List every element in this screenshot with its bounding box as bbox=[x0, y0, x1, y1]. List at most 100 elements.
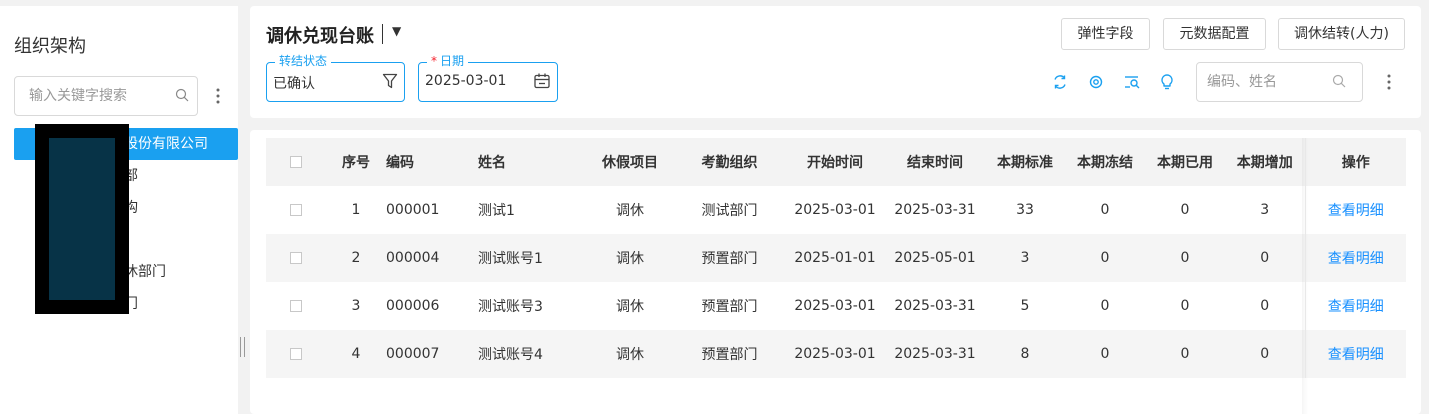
seq-cell: 4 bbox=[326, 330, 386, 378]
code-cell: 000001 bbox=[386, 202, 440, 218]
column-header[interactable]: 本期已用 bbox=[1145, 138, 1225, 186]
added-cell: 0 bbox=[1225, 330, 1305, 378]
column-header[interactable]: 本期增加 bbox=[1225, 138, 1305, 186]
view-details-link[interactable]: 查看明细 bbox=[1328, 299, 1384, 315]
table-row[interactable]: 4 000007 测试账号4 调休 预置部门 2025-03-01 2025-0… bbox=[266, 330, 1406, 378]
column-header[interactable]: 考勤组织 bbox=[674, 138, 785, 186]
standard-cell: 33 bbox=[1016, 202, 1034, 218]
row-checkbox[interactable] bbox=[290, 348, 302, 360]
sidebar-search-input[interactable] bbox=[29, 86, 169, 106]
action-cell: 查看明细 bbox=[1304, 330, 1406, 378]
name-cell: 测试账号1 bbox=[478, 234, 586, 282]
table-row[interactable]: 3 000006 测试账号3 调休 预置部门 2025-03-01 2025-0… bbox=[266, 282, 1406, 330]
row-select-cell[interactable] bbox=[266, 282, 326, 330]
org-cell: 预置部门 bbox=[674, 330, 785, 378]
name-cell: 测试账号3 bbox=[478, 299, 543, 315]
column-header[interactable]: 本期冻结 bbox=[1065, 138, 1145, 186]
code-name-search-box[interactable] bbox=[1196, 62, 1363, 102]
ledger-table-panel: 序号 编码 姓名 休假项目 考勤组织 开始时间 结束时间 本期标准 本期冻结 本… bbox=[250, 130, 1421, 414]
caret-down-icon[interactable]: ▼ bbox=[392, 24, 401, 38]
table-row[interactable]: 1 000001 测试1 调休 测试部门 2025-03-01 2025-03-… bbox=[266, 186, 1406, 234]
row-select-cell[interactable] bbox=[266, 330, 326, 378]
more-vertical-icon[interactable] bbox=[1381, 68, 1397, 96]
date-filter-label-text: 日期 bbox=[440, 54, 465, 68]
column-header[interactable]: 姓名 bbox=[478, 138, 586, 186]
leave-item-cell: 调休 bbox=[616, 203, 644, 219]
column-header[interactable]: 休假项目 bbox=[586, 138, 674, 186]
end-date-cell: 2025-03-31 bbox=[894, 202, 976, 218]
row-checkbox[interactable] bbox=[290, 204, 302, 216]
panel-resize-handle[interactable] bbox=[240, 337, 245, 357]
flex-fields-button[interactable]: 弹性字段 bbox=[1061, 18, 1150, 50]
status-filter[interactable]: 转结状态 已确认 bbox=[266, 54, 405, 102]
code-cell: 000007 bbox=[386, 330, 478, 378]
frozen-cell: 0 bbox=[1100, 202, 1110, 218]
name-cell: 测试1 bbox=[478, 203, 515, 219]
status-filter-label: 转结状态 bbox=[275, 54, 332, 68]
code-name-search-input[interactable] bbox=[1207, 72, 1327, 92]
view-details-link[interactable]: 查看明细 bbox=[1328, 347, 1384, 363]
used-cell: 0 bbox=[1180, 202, 1190, 218]
page-title: 调休兑现台账 bbox=[266, 26, 374, 47]
redaction-inner bbox=[49, 138, 115, 300]
select-all-cell[interactable] bbox=[266, 138, 326, 186]
end-date-cell: 2025-03-31 bbox=[885, 330, 985, 378]
column-header[interactable]: 开始时间 bbox=[785, 138, 885, 186]
column-header[interactable]: 编码 bbox=[386, 138, 478, 186]
leave-item-cell: 调休 bbox=[616, 299, 644, 315]
column-header: 操作 bbox=[1304, 138, 1406, 186]
standard-cell: 8 bbox=[985, 330, 1065, 378]
row-checkbox[interactable] bbox=[290, 252, 302, 264]
column-header[interactable]: 结束时间 bbox=[885, 138, 985, 186]
lightbulb-icon[interactable] bbox=[1158, 73, 1176, 91]
ledger-table: 序号 编码 姓名 休假项目 考勤组织 开始时间 结束时间 本期标准 本期冻结 本… bbox=[266, 138, 1406, 378]
search-icon[interactable] bbox=[1332, 74, 1346, 92]
search-icon[interactable] bbox=[175, 88, 189, 106]
action-cell: 查看明细 bbox=[1304, 186, 1406, 234]
start-date-cell: 2025-01-01 bbox=[785, 234, 885, 282]
standard-cell: 3 bbox=[985, 234, 1065, 282]
sidebar-title: 组织架构 bbox=[14, 36, 86, 57]
required-mark: * bbox=[431, 54, 437, 68]
view-details-link[interactable]: 查看明细 bbox=[1328, 203, 1384, 219]
added-cell: 3 bbox=[1260, 202, 1270, 218]
row-select-cell[interactable] bbox=[266, 186, 326, 234]
code-cell: 000006 bbox=[386, 298, 440, 314]
date-filter[interactable]: * 日期 2025-03-01 bbox=[418, 54, 558, 102]
view-details-link[interactable]: 查看明细 bbox=[1328, 251, 1384, 267]
column-header[interactable]: 序号 bbox=[326, 138, 386, 186]
added-cell: 0 bbox=[1225, 234, 1305, 282]
table-row[interactable]: 2 000004 测试账号1 调休 预置部门 2025-01-01 2025-0… bbox=[266, 234, 1406, 282]
frozen-cell: 0 bbox=[1065, 234, 1145, 282]
leave-carryover-button[interactable]: 调休结转(人力) bbox=[1278, 18, 1405, 50]
start-date-cell: 2025-03-01 bbox=[794, 202, 876, 218]
seq-cell: 2 bbox=[326, 234, 386, 282]
metadata-config-button[interactable]: 元数据配置 bbox=[1163, 18, 1266, 50]
settings-icon[interactable] bbox=[1087, 73, 1105, 91]
row-checkbox[interactable] bbox=[290, 300, 302, 312]
redaction-block bbox=[35, 124, 129, 314]
sidebar-search-box[interactable] bbox=[14, 76, 198, 116]
status-filter-value: 已确认 bbox=[273, 76, 315, 92]
code-cell: 000004 bbox=[386, 234, 478, 282]
org-cell: 测试部门 bbox=[701, 203, 758, 219]
org-cell: 预置部门 bbox=[674, 234, 785, 282]
calendar-icon[interactable] bbox=[533, 72, 551, 94]
seq-cell: 1 bbox=[351, 202, 361, 218]
action-cell: 查看明细 bbox=[1304, 234, 1406, 282]
used-cell: 0 bbox=[1145, 234, 1225, 282]
leave-item-cell: 调休 bbox=[586, 234, 674, 282]
fixed-column-shadow bbox=[1302, 138, 1308, 414]
column-header[interactable]: 本期标准 bbox=[985, 138, 1065, 186]
table-header-row: 序号 编码 姓名 休假项目 考勤组织 开始时间 结束时间 本期标准 本期冻结 本… bbox=[266, 138, 1406, 186]
refresh-icon[interactable] bbox=[1051, 73, 1069, 91]
select-all-checkbox[interactable] bbox=[290, 156, 302, 168]
more-vertical-icon[interactable] bbox=[210, 82, 226, 110]
frozen-cell: 0 bbox=[1065, 330, 1145, 378]
row-select-cell[interactable] bbox=[266, 234, 326, 282]
name-cell: 测试账号4 bbox=[478, 330, 586, 378]
search-list-icon[interactable] bbox=[1123, 73, 1141, 91]
leave-item-cell: 调休 bbox=[586, 330, 674, 378]
standard-cell: 5 bbox=[1020, 298, 1030, 314]
filter-icon[interactable] bbox=[382, 72, 398, 94]
